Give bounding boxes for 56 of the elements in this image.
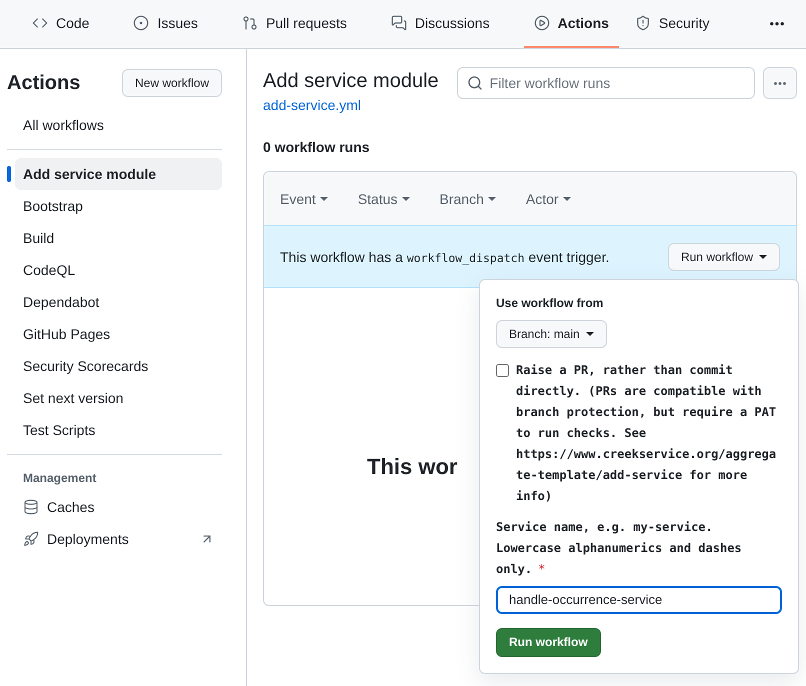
more-icon — [770, 22, 784, 26]
sidebar-item[interactable]: GitHub Pages — [15, 318, 222, 350]
selection-bar — [7, 166, 11, 182]
nav-tab[interactable]: Pull requests — [232, 0, 357, 48]
caret-icon — [759, 254, 767, 258]
sidebar-item[interactable]: Set next version — [15, 382, 222, 414]
sidebar-title: Actions — [7, 72, 80, 94]
nav-tab[interactable]: Code — [22, 0, 100, 48]
file-link[interactable]: add-service.yml — [263, 97, 439, 113]
caret-icon — [402, 196, 410, 200]
filter-dropdown[interactable]: Actor — [526, 190, 571, 206]
issue-icon — [133, 15, 150, 31]
branch-button[interactable]: Branch: main — [496, 320, 607, 348]
nav-tab[interactable]: Security — [624, 0, 720, 48]
sidebar-item[interactable]: Test Scripts — [15, 414, 222, 446]
sidebar-item[interactable]: All workflows — [15, 109, 222, 141]
run-workflow-button[interactable]: Run workflow — [668, 242, 780, 270]
new-workflow-button[interactable]: New workflow — [122, 69, 222, 97]
play-icon — [534, 15, 550, 31]
nav-tab[interactable]: Actions — [524, 0, 619, 48]
sidebar-item[interactable]: Bootstrap — [15, 190, 222, 222]
field-label: Service name, e.g. my-service. Lowercase alphanumerics and dashes only. * — [496, 518, 743, 578]
section-heading: Management — [22, 470, 98, 487]
sidebar-item[interactable]: Security Scorecards — [15, 350, 222, 382]
sidebar-item[interactable]: Caches — [15, 491, 222, 523]
more-icon — [774, 82, 786, 84]
database-icon — [23, 499, 39, 515]
search-field[interactable]: Filter workflow runs — [456, 67, 755, 99]
checkbox[interactable] — [496, 364, 509, 376]
empty-state-title: This wor — [367, 454, 458, 480]
sidebar-item-label: Deployments — [47, 531, 129, 547]
run-count: 0 workflow runs — [263, 139, 371, 155]
page-title: Add service module — [263, 69, 439, 94]
run-workflow-button[interactable]: Run workflow — [496, 628, 601, 656]
checkbox-label: Raise a PR, rather than commit directly. (PRs are compatible with branch protection, but require a PAT to run checks. See https://www.creekservice.org/aggregate-template/add-service for more info) — [516, 362, 778, 504]
discussion-icon — [390, 15, 407, 31]
caret-icon — [488, 196, 496, 200]
nav-tab[interactable]: Discussions — [380, 0, 500, 48]
caret-icon — [320, 196, 328, 200]
sidebar-item[interactable]: Deployments — [15, 523, 222, 555]
caret-icon — [562, 196, 571, 200]
popover-heading: Use workflow from — [496, 296, 604, 310]
rocket-icon — [23, 531, 39, 547]
shield-icon — [634, 15, 651, 31]
sidebar-item-label: Caches — [47, 499, 94, 515]
service-name-field[interactable]: handle-occurrence-service — [496, 586, 782, 614]
filter-dropdown[interactable]: Status — [358, 190, 410, 206]
sidebar-item[interactable]: CodeQL — [15, 254, 222, 286]
filter-dropdown[interactable]: Branch — [440, 190, 496, 206]
caret-icon — [586, 332, 594, 336]
pull-request-icon — [242, 15, 258, 31]
sidebar-item[interactable]: Build — [15, 222, 222, 254]
nav-tab[interactable]: Issues — [123, 0, 208, 48]
trigger-text: This workflow has a workflow_dispatch event trigger. — [280, 248, 610, 264]
filter-dropdown[interactable]: Event — [280, 190, 328, 206]
sidebar-item[interactable]: Dependabot — [15, 286, 222, 318]
